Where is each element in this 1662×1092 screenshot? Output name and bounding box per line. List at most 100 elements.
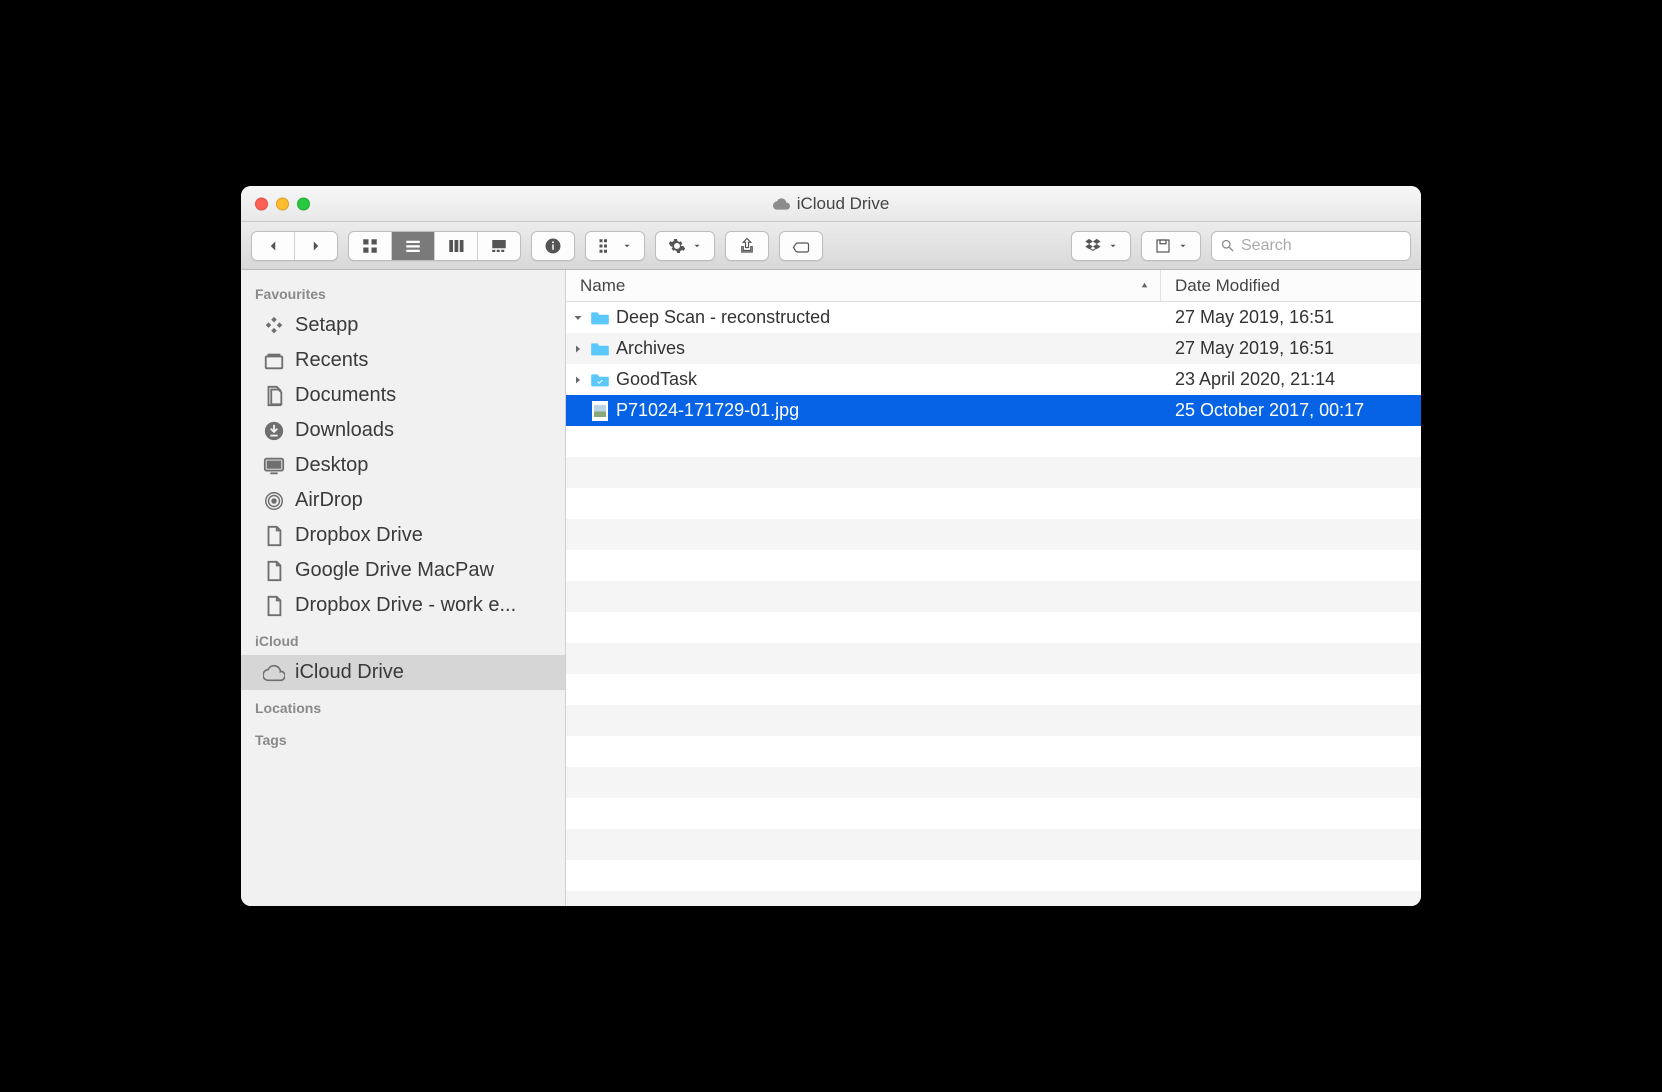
sidebar-section-favourites: Favourites [241, 276, 565, 308]
file-row[interactable]: Deep Scan - reconstructed 27 May 2019, 1… [566, 302, 1421, 333]
file-date: 27 May 2019, 16:51 [1161, 338, 1421, 359]
sidebar-item-icloud-drive[interactable]: iCloud Drive [241, 655, 565, 690]
empty-row [566, 736, 1421, 767]
empty-row [566, 798, 1421, 829]
file-row[interactable]: Archives 27 May 2019, 16:51 [566, 333, 1421, 364]
archive-icon [1154, 237, 1172, 255]
info-button[interactable] [532, 232, 574, 260]
folder-icon [590, 308, 610, 328]
traffic-lights [255, 197, 310, 210]
tags-button-group [779, 231, 823, 261]
zoom-window-button[interactable] [297, 197, 310, 210]
documents-icon [263, 385, 285, 407]
downloads-icon [263, 420, 285, 442]
image-file-icon [590, 401, 610, 421]
file-icon [263, 595, 285, 617]
sidebar-item-dropbox-work[interactable]: Dropbox Drive - work e... [241, 588, 565, 623]
empty-row [566, 581, 1421, 612]
list-icon [404, 237, 422, 255]
gallery-view-button[interactable] [478, 232, 520, 260]
action-button[interactable] [656, 232, 714, 260]
sidebar-item-desktop[interactable]: Desktop [241, 448, 565, 483]
chevron-down-icon [692, 241, 702, 251]
view-buttons [348, 231, 521, 261]
forward-button[interactable] [295, 232, 337, 260]
nav-buttons [251, 231, 338, 261]
sidebar-section-tags: Tags [241, 722, 565, 754]
empty-row [566, 767, 1421, 798]
sidebar-item-label: Setapp [295, 314, 358, 337]
icon-view-button[interactable] [349, 232, 392, 260]
column-header-date-label: Date Modified [1175, 276, 1280, 296]
body: Favourites Setapp Recents Documents [241, 270, 1421, 906]
empty-row [566, 860, 1421, 891]
titlebar: iCloud Drive [241, 186, 1421, 222]
recents-icon [263, 350, 285, 372]
sidebar-item-airdrop[interactable]: AirDrop [241, 483, 565, 518]
setapp-icon [263, 315, 285, 337]
groupby-button[interactable] [586, 232, 644, 260]
minimize-window-button[interactable] [276, 197, 289, 210]
info-button-group [531, 231, 575, 261]
share-icon [738, 237, 756, 255]
sidebar-item-dropbox-drive[interactable]: Dropbox Drive [241, 518, 565, 553]
sidebar-item-label: iCloud Drive [295, 661, 404, 684]
dropbox-icon [1084, 237, 1102, 255]
groupby-button-group [585, 231, 645, 261]
chevron-down-icon [1178, 241, 1188, 251]
file-date: 27 May 2019, 16:51 [1161, 307, 1421, 328]
sidebar-item-setapp[interactable]: Setapp [241, 308, 565, 343]
dropbox-button[interactable] [1072, 232, 1130, 260]
empty-row [566, 891, 1421, 906]
back-button[interactable] [252, 232, 295, 260]
list-view-button[interactable] [392, 232, 435, 260]
disclosure-triangle-collapsed-icon[interactable] [572, 374, 584, 386]
dropbox-button-group [1071, 231, 1131, 261]
sidebar-item-documents[interactable]: Documents [241, 378, 565, 413]
empty-row [566, 550, 1421, 581]
tags-button[interactable] [780, 232, 822, 260]
chevron-right-icon [307, 237, 325, 255]
sort-ascending-icon [1139, 280, 1150, 291]
file-row[interactable]: P71024-171729-01.jpg 25 October 2017, 00… [566, 395, 1421, 426]
action-button-group [655, 231, 715, 261]
empty-row [566, 457, 1421, 488]
file-date: 25 October 2017, 00:17 [1161, 400, 1421, 421]
sidebar-item-label: Documents [295, 384, 396, 407]
app-folder-icon [590, 370, 610, 390]
file-name: GoodTask [616, 369, 697, 390]
columns-icon [447, 237, 465, 255]
group-icon [598, 237, 616, 255]
empty-row [566, 519, 1421, 550]
disclosure-triangle-expanded-icon[interactable] [572, 312, 584, 324]
empty-row [566, 612, 1421, 643]
sidebar-item-label: Desktop [295, 454, 368, 477]
sidebar: Favourites Setapp Recents Documents [241, 270, 566, 906]
column-header-name[interactable]: Name [566, 270, 1161, 301]
sidebar-item-label: AirDrop [295, 489, 363, 512]
sidebar-item-google-drive[interactable]: Google Drive MacPaw [241, 553, 565, 588]
column-header-date[interactable]: Date Modified [1161, 270, 1421, 301]
gear-icon [668, 237, 686, 255]
grid-icon [361, 237, 379, 255]
gallery-icon [490, 237, 508, 255]
disclosure-triangle-collapsed-icon[interactable] [572, 343, 584, 355]
evernote-button[interactable] [1142, 232, 1200, 260]
close-window-button[interactable] [255, 197, 268, 210]
chevron-left-icon [264, 237, 282, 255]
column-view-button[interactable] [435, 232, 478, 260]
sidebar-section-icloud: iCloud [241, 623, 565, 655]
evernote-button-group [1141, 231, 1201, 261]
search-input[interactable] [1241, 237, 1421, 255]
share-button[interactable] [726, 232, 768, 260]
sidebar-item-label: Recents [295, 349, 368, 372]
sidebar-item-downloads[interactable]: Downloads [241, 413, 565, 448]
sidebar-item-recents[interactable]: Recents [241, 343, 565, 378]
search-box[interactable] [1211, 231, 1411, 261]
chevron-down-icon [622, 241, 632, 251]
file-row[interactable]: GoodTask 23 April 2020, 21:14 [566, 364, 1421, 395]
chevron-down-icon [1108, 241, 1118, 251]
file-icon [263, 560, 285, 582]
file-name: P71024-171729-01.jpg [616, 400, 799, 421]
file-list-pane: Name Date Modified Deep Scan - reconstru… [566, 270, 1421, 906]
